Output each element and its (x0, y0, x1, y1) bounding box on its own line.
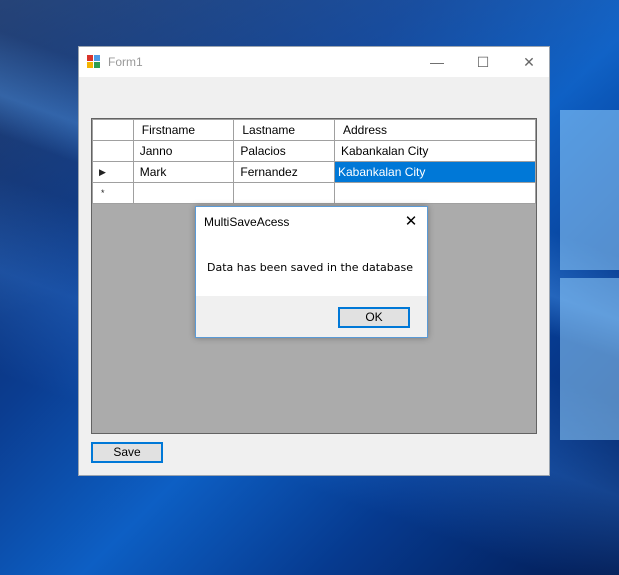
cell-lastname[interactable]: Palacios (233, 140, 335, 162)
cell-address[interactable]: Kabankalan City (334, 140, 536, 162)
close-icon: ✕ (523, 54, 535, 70)
app-icon (87, 55, 101, 69)
minimize-icon: — (430, 54, 444, 70)
close-icon: ✕ (404, 213, 418, 230)
minimize-button[interactable]: — (414, 47, 460, 77)
new-row-indicator-icon[interactable]: * (92, 182, 134, 204)
dialog-footer: OK (196, 296, 427, 337)
current-row-indicator-icon[interactable]: ▶ (92, 161, 134, 183)
table-row: Janno Palacios Kabankalan City (92, 140, 536, 162)
cell-firstname[interactable] (132, 182, 235, 204)
cell-address[interactable] (334, 182, 536, 204)
dialog-title: MultiSaveAcess (204, 215, 290, 229)
title-bar: Form1 — ☐ ✕ (79, 47, 549, 77)
column-header-address[interactable]: Address (334, 119, 536, 141)
windows-logo (560, 110, 619, 440)
window-title: Form1 (108, 55, 143, 69)
maximize-button[interactable]: ☐ (460, 47, 506, 77)
close-button[interactable]: ✕ (506, 47, 552, 77)
column-header-lastname[interactable]: Lastname (233, 119, 335, 141)
ok-button[interactable]: OK (338, 307, 410, 328)
row-header[interactable] (92, 140, 134, 162)
cell-address-selected[interactable]: Kabankalan City (334, 161, 536, 183)
header-row: Firstname Lastname Address (92, 119, 536, 141)
data-grid-table: Firstname Lastname Address Janno Palacio… (92, 119, 536, 204)
message-box-dialog: MultiSaveAcess ✕ Data has been saved in … (195, 206, 428, 338)
cell-firstname[interactable]: Janno (132, 140, 235, 162)
column-header-firstname[interactable]: Firstname (132, 119, 235, 141)
table-row: ▶ Mark Fernandez Kabankalan City (92, 161, 536, 183)
cell-lastname[interactable]: Fernandez (233, 161, 335, 183)
dialog-message: Data has been saved in the database (207, 261, 413, 274)
cell-lastname[interactable] (233, 182, 335, 204)
dialog-close-button[interactable]: ✕ (400, 211, 422, 233)
save-button[interactable]: Save (91, 442, 163, 463)
new-row: * (92, 182, 536, 204)
cell-firstname[interactable]: Mark (132, 161, 235, 183)
corner-header[interactable] (92, 119, 134, 141)
maximize-icon: ☐ (476, 54, 490, 70)
